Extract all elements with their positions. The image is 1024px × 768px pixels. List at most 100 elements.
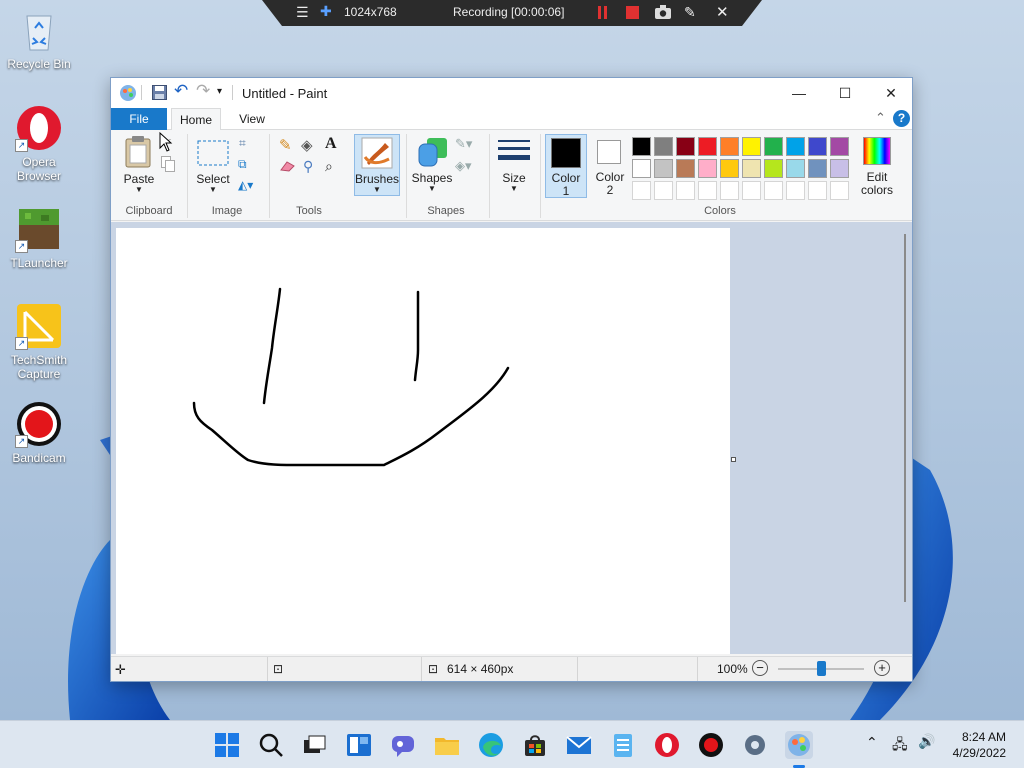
color1-button[interactable]: Color 1 — [545, 134, 587, 198]
palette-swatch[interactable] — [808, 159, 827, 178]
settings-icon[interactable] — [741, 731, 769, 759]
shapes-button[interactable]: Shapes ▼ — [411, 134, 453, 196]
store-icon[interactable] — [521, 731, 549, 759]
task-view-icon[interactable] — [300, 731, 328, 759]
volume-icon[interactable]: 🔊 — [918, 733, 935, 750]
palette-swatch[interactable] — [698, 159, 717, 178]
palette-swatch[interactable] — [720, 137, 739, 156]
undo-icon[interactable]: ↶ — [174, 81, 188, 101]
rotate-icon[interactable]: ◭▾ — [238, 178, 253, 192]
palette-swatch[interactable] — [764, 137, 783, 156]
text-tool-icon[interactable]: A — [325, 135, 337, 153]
bandicam-icon[interactable] — [697, 731, 725, 759]
palette-swatch[interactable] — [742, 159, 761, 178]
redo-icon[interactable]: ↷ — [196, 81, 210, 101]
palette-swatch[interactable] — [742, 137, 761, 156]
customize-arrow-icon[interactable]: ▾ — [217, 86, 222, 97]
desktop-icon-techsmith-capture[interactable]: ↗ TechSmith Capture — [2, 302, 76, 381]
select-button[interactable]: Select ▼ — [193, 134, 233, 194]
palette-swatch-empty[interactable] — [808, 181, 827, 200]
desktop-icon-recycle-bin[interactable]: Recycle Bin — [2, 6, 76, 71]
palette-swatch-empty[interactable] — [654, 181, 673, 200]
palette-swatch-empty[interactable] — [742, 181, 761, 200]
eraser-icon[interactable] — [279, 160, 295, 175]
palette-swatch-empty[interactable] — [764, 181, 783, 200]
pause-icon[interactable] — [598, 6, 607, 19]
palette-swatch[interactable] — [786, 159, 805, 178]
palette-swatch[interactable] — [698, 137, 717, 156]
qat-separator — [141, 85, 142, 100]
tab-home[interactable]: Home — [171, 108, 221, 130]
palette-swatch-empty[interactable] — [676, 181, 695, 200]
chat-icon[interactable] — [389, 731, 417, 759]
palette-swatch-empty[interactable] — [830, 181, 849, 200]
palette-swatch[interactable] — [632, 137, 651, 156]
drawing-canvas[interactable] — [116, 228, 730, 654]
palette-swatch[interactable] — [830, 137, 849, 156]
paste-button[interactable]: Paste ▼ — [119, 134, 159, 194]
desktop-icon-opera[interactable]: ↗ Opera Browser — [2, 104, 76, 183]
tab-view[interactable]: View — [227, 108, 277, 130]
palette-swatch[interactable] — [676, 159, 695, 178]
shape-fill-icon[interactable]: ◈▾ — [455, 158, 472, 174]
zoom-out-button[interactable]: − — [752, 660, 768, 676]
resize-icon[interactable]: ⧉ — [238, 157, 247, 172]
palette-swatch-empty[interactable] — [720, 181, 739, 200]
pin-icon[interactable]: ✚ — [320, 3, 332, 20]
network-icon[interactable]: 🖧 — [892, 734, 908, 758]
chevron-up-icon[interactable]: ⌃ — [866, 734, 878, 751]
edge-icon[interactable] — [477, 731, 505, 759]
palette-swatch[interactable] — [720, 159, 739, 178]
menu-icon[interactable]: ☰ — [296, 4, 309, 21]
palette-swatch-empty[interactable] — [698, 181, 717, 200]
mail-icon[interactable] — [565, 731, 593, 759]
zoom-slider-thumb[interactable] — [817, 661, 826, 676]
palette-swatch[interactable] — [808, 137, 827, 156]
crop-icon[interactable]: ⌗ — [239, 136, 246, 151]
brushes-button[interactable]: Brushes ▼ — [354, 134, 400, 196]
palette-swatch[interactable] — [654, 137, 673, 156]
minimize-button[interactable]: — — [776, 78, 822, 108]
help-icon[interactable]: ? — [893, 110, 910, 127]
collapse-ribbon-icon[interactable]: ⌃ — [875, 110, 886, 126]
desktop-icon-tlauncher[interactable]: ↗ TLauncher — [2, 205, 76, 270]
notepad-icon[interactable] — [609, 731, 637, 759]
palette-swatch[interactable] — [764, 159, 783, 178]
outline-icon[interactable]: ✎▾ — [455, 136, 472, 152]
start-icon[interactable] — [213, 731, 241, 759]
magnifier-icon[interactable]: ⌕ — [325, 158, 333, 175]
palette-swatch[interactable] — [632, 159, 651, 178]
paint-icon[interactable] — [785, 731, 813, 759]
palette-swatch-empty[interactable] — [632, 181, 651, 200]
copy-icon[interactable] — [161, 156, 175, 175]
edit-colors-button[interactable]: Edit colors — [855, 134, 899, 198]
resize-handle[interactable] — [731, 457, 736, 462]
opera-icon[interactable] — [653, 731, 681, 759]
palette-swatch-empty[interactable] — [786, 181, 805, 200]
palette-swatch[interactable] — [786, 137, 805, 156]
save-icon[interactable] — [152, 85, 167, 103]
desktop-icon-bandicam[interactable]: ↗ Bandicam — [2, 400, 76, 465]
fill-icon[interactable]: ◈ — [301, 136, 313, 154]
title-bar[interactable]: ↶ ↷ ▾ Untitled - Paint — ☐ ✕ — [111, 78, 912, 108]
palette-swatch[interactable] — [830, 159, 849, 178]
search-icon[interactable] — [257, 731, 285, 759]
maximize-button[interactable]: ☐ — [822, 78, 868, 108]
palette-swatch[interactable] — [676, 137, 695, 156]
close-button[interactable]: ✕ — [868, 78, 914, 108]
file-explorer-icon[interactable] — [433, 731, 461, 759]
stop-icon[interactable] — [626, 6, 639, 22]
camera-icon[interactable] — [655, 5, 671, 22]
widgets-icon[interactable] — [345, 731, 373, 759]
size-button[interactable]: Size ▼ — [495, 134, 533, 196]
pencil-tool-icon[interactable]: ✎ — [279, 136, 292, 154]
zoom-in-button[interactable]: + — [874, 660, 890, 676]
pencil-icon[interactable]: ✎ — [684, 4, 696, 21]
color-picker-icon[interactable]: ⚲ — [303, 158, 313, 175]
tab-file[interactable]: File — [111, 108, 167, 130]
close-icon[interactable]: ✕ — [716, 3, 729, 21]
system-clock[interactable]: 8:24 AM 4/29/2022 — [953, 729, 1006, 761]
color2-button[interactable]: Color 2 — [589, 134, 631, 198]
palette-swatch[interactable] — [654, 159, 673, 178]
vertical-scrollbar[interactable] — [904, 234, 906, 602]
